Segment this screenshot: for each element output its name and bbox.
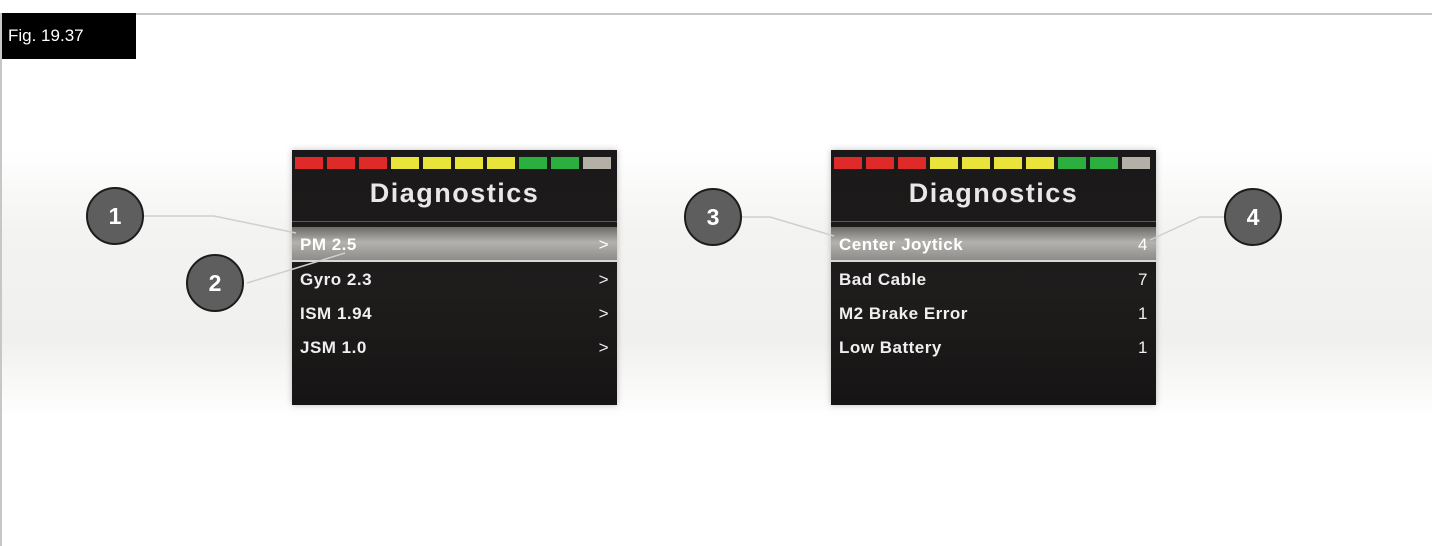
leader-line-1	[143, 215, 297, 234]
leader-line-3	[741, 216, 835, 237]
leader-line-2	[246, 252, 346, 284]
callout-marker-1: 1	[86, 187, 144, 245]
callout-marker-2: 2	[186, 254, 244, 312]
callout-marker-3: 3	[684, 188, 742, 246]
callout-marker-4: 4	[1224, 188, 1282, 246]
leader-line-4	[1149, 216, 1224, 241]
